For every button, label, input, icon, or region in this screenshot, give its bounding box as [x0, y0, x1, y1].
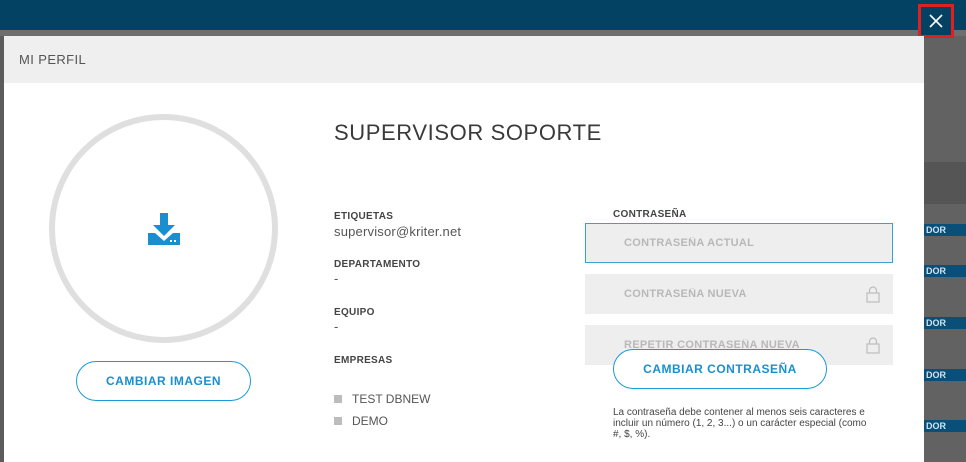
- team-title: EQUIPO: [334, 307, 375, 318]
- background-band: [924, 162, 966, 204]
- department-title: DEPARTAMENTO: [334, 259, 421, 270]
- background-tag: DOR: [924, 265, 966, 277]
- background-tag: DOR: [924, 224, 966, 236]
- background-tag: DOR: [924, 369, 966, 381]
- profile-modal: MI PERFIL CAMBIAR IMAGEN SUPERVISOR SOPO…: [4, 36, 924, 462]
- change-password-button[interactable]: CAMBIAR CONTRASEÑA: [613, 349, 827, 389]
- user-name: SUPERVISOR SOPORTE: [334, 120, 602, 145]
- department-value: -: [334, 271, 339, 286]
- current-password-input[interactable]: [585, 223, 893, 263]
- companies-title: EMPRESAS: [334, 355, 393, 366]
- bullet: [334, 417, 342, 425]
- modal-title: MI PERFIL: [19, 52, 87, 67]
- lock-icon: [866, 337, 880, 354]
- background-tag: DOR: [924, 420, 966, 432]
- company-name: TEST DBNEW: [352, 392, 431, 406]
- bullet: [334, 395, 342, 403]
- password-hint: La contraseña debe contener al menos sei…: [613, 407, 867, 440]
- background-right-column: DOR DOR DOR DOR DOR: [924, 36, 966, 462]
- modal-body: CAMBIAR IMAGEN SUPERVISOR SOPORTE ETIQUE…: [4, 83, 924, 462]
- download-icon: [147, 212, 180, 245]
- avatar[interactable]: [49, 114, 278, 343]
- list-item: TEST DBNEW: [334, 392, 430, 406]
- current-password-field: [585, 223, 893, 263]
- company-name: DEMO: [352, 414, 388, 428]
- lock-icon: [866, 286, 880, 303]
- new-password-input[interactable]: [585, 274, 893, 314]
- list-item: DEMO: [334, 414, 388, 428]
- change-image-button[interactable]: CAMBIAR IMAGEN: [76, 361, 251, 401]
- close-icon: [929, 14, 943, 28]
- new-password-field: [585, 274, 893, 314]
- close-button[interactable]: [918, 4, 954, 38]
- password-title: CONTRASEÑA: [613, 209, 687, 220]
- labels-title: ETIQUETAS: [334, 211, 394, 222]
- labels-value: supervisor@kriter.net: [334, 224, 462, 239]
- team-value: -: [334, 319, 339, 334]
- background-topbar: [0, 0, 966, 30]
- background-tag: DOR: [924, 317, 966, 329]
- modal-header: MI PERFIL: [4, 36, 924, 83]
